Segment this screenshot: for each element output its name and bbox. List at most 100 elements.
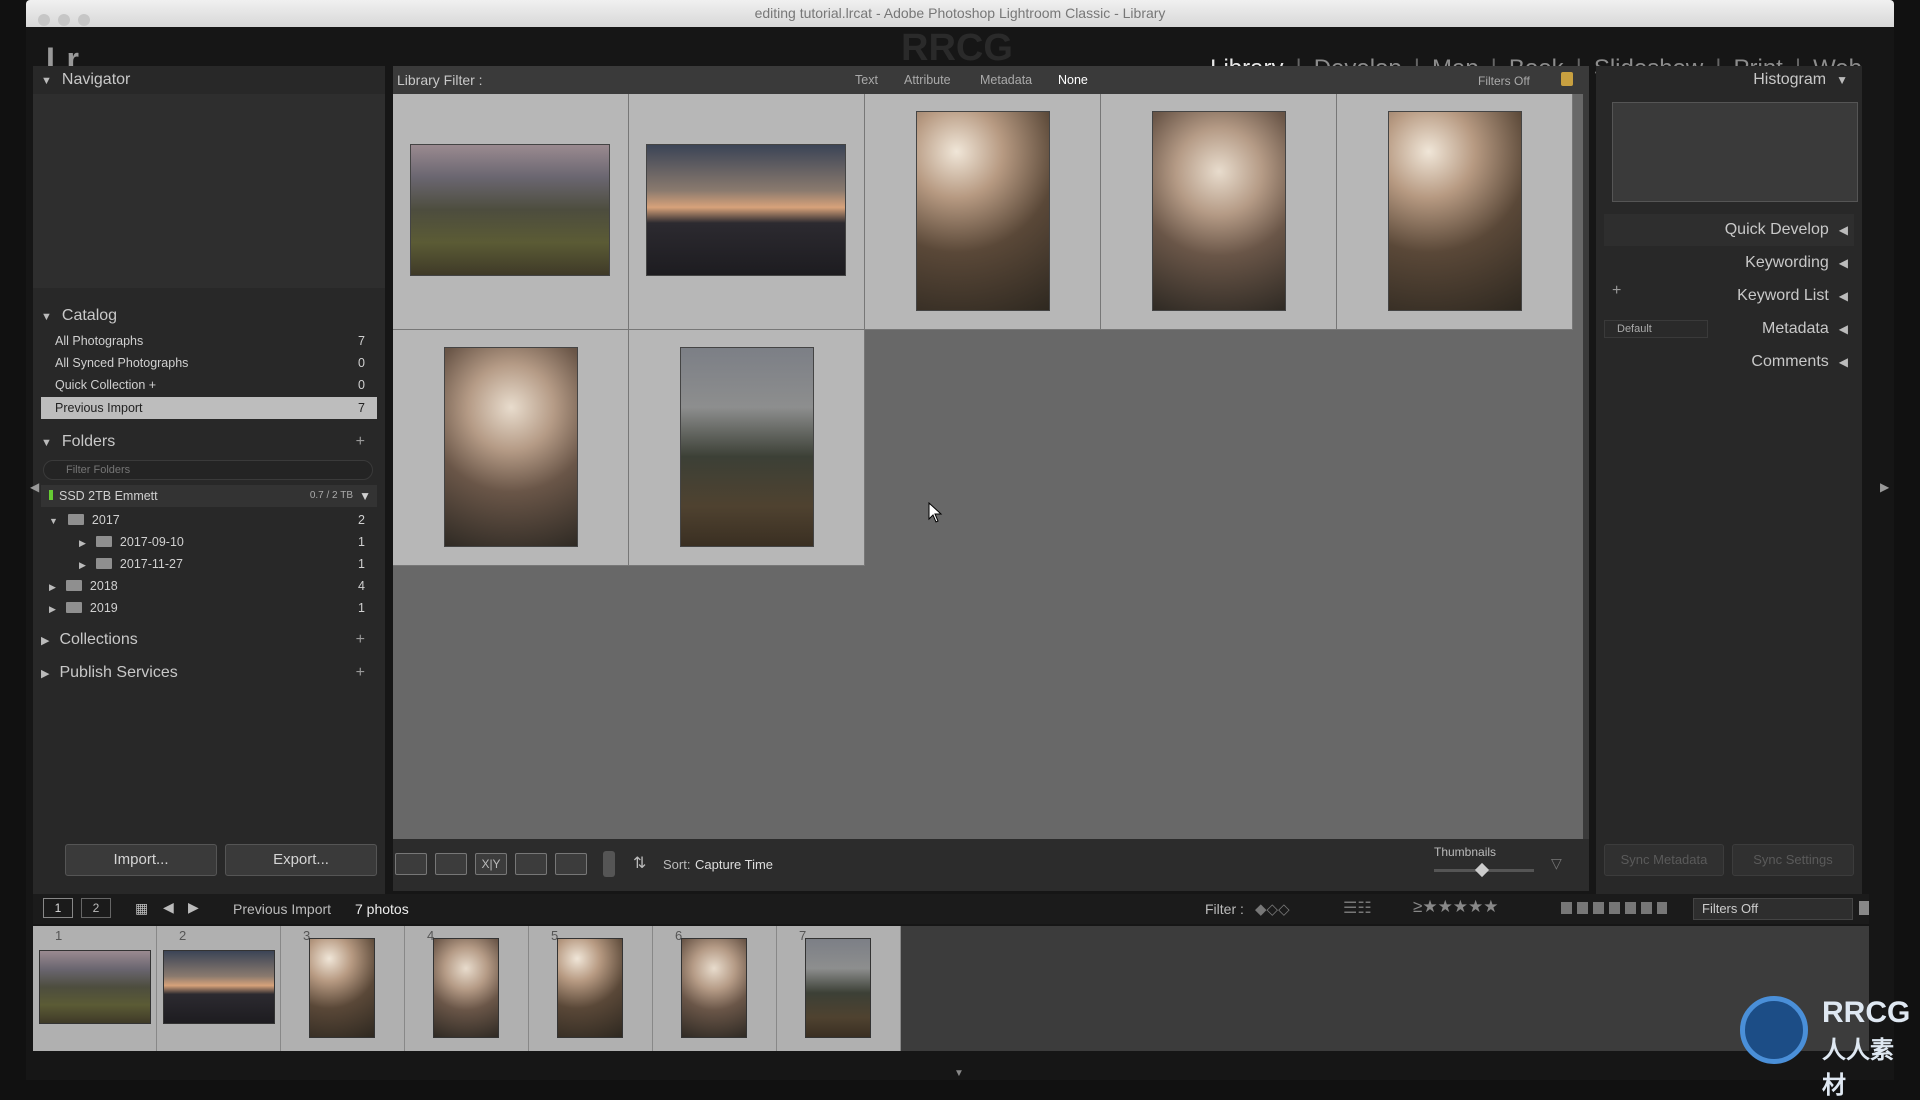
- metadata-header[interactable]: Metadata◀: [1762, 313, 1848, 345]
- catalog-item-all-synced[interactable]: All Synced Photographs0: [41, 352, 377, 374]
- import-button[interactable]: Import...: [65, 844, 217, 876]
- folder-2017[interactable]: ▼20172: [41, 509, 377, 531]
- export-button[interactable]: Export...: [225, 844, 377, 876]
- grid-scrollbar[interactable]: [1583, 94, 1589, 839]
- add-publish-service-icon[interactable]: +: [356, 659, 365, 687]
- expand-triangle-icon[interactable]: ◀: [1839, 289, 1848, 303]
- filter-lock-icon[interactable]: [1859, 901, 1869, 915]
- volume-row[interactable]: SSD 2TB Emmett 0.7 / 2 TB ▼: [41, 485, 377, 507]
- expand-triangle-icon[interactable]: ▼: [49, 510, 58, 532]
- thumbnail-slider-handle[interactable]: [1475, 863, 1489, 877]
- back-arrow-icon[interactable]: ◀: [163, 899, 174, 916]
- zoom-button[interactable]: [78, 14, 90, 26]
- sync-settings-button[interactable]: Sync Settings: [1732, 844, 1854, 876]
- metadata-preset-select[interactable]: Default: [1604, 320, 1708, 338]
- collections-header[interactable]: ▶Collections+: [41, 626, 377, 654]
- grid-view-icon[interactable]: [395, 853, 427, 875]
- volume-menu-icon[interactable]: ▼: [359, 485, 371, 507]
- photo-count[interactable]: 7 photos: [355, 901, 409, 917]
- grid-cell[interactable]: [629, 94, 865, 330]
- folder-2018[interactable]: ▶20184: [41, 575, 377, 597]
- folder-2017-11-27[interactable]: ▶2017-11-271: [41, 553, 377, 575]
- filters-off-preset[interactable]: Filters Off: [1478, 74, 1530, 88]
- catalog-item-previous-import[interactable]: Previous Import7: [41, 397, 377, 419]
- filmstrip-cell[interactable]: 1: [33, 926, 157, 1051]
- grid-cell[interactable]: [1101, 94, 1337, 330]
- people-view-icon[interactable]: [555, 853, 587, 875]
- publish-services-header[interactable]: ▶Publish Services+: [41, 659, 377, 687]
- filmstrip-thumbnail[interactable]: [309, 938, 375, 1038]
- filter-tab-metadata[interactable]: Metadata: [980, 73, 1032, 87]
- folder-2017-09-10[interactable]: ▶2017-09-101: [41, 531, 377, 553]
- minimize-button[interactable]: [58, 14, 70, 26]
- add-folder-icon[interactable]: +: [356, 428, 365, 456]
- grid-cell[interactable]: [629, 330, 865, 566]
- filmstrip-filters-select[interactable]: Filters Off: [1693, 898, 1853, 920]
- lock-icon[interactable]: [1561, 72, 1573, 86]
- add-collection-icon[interactable]: +: [356, 626, 365, 654]
- sort-select[interactable]: Capture Time: [695, 857, 773, 872]
- quick-develop-header[interactable]: Quick Develop◀: [1725, 214, 1848, 246]
- photo-thumbnail[interactable]: [681, 348, 813, 546]
- filmstrip-thumbnail[interactable]: [163, 950, 275, 1024]
- filmstrip-cell[interactable]: 4: [405, 926, 529, 1051]
- filter-tab-none[interactable]: None: [1058, 73, 1088, 87]
- catalog-item-all-photographs[interactable]: All Photographs7: [41, 330, 377, 352]
- expand-triangle-icon[interactable]: ▶: [79, 554, 86, 576]
- folders-header[interactable]: ▼Folders+: [41, 428, 377, 456]
- filmstrip-cell[interactable]: 6: [653, 926, 777, 1051]
- filmstrip-thumbnail[interactable]: [681, 938, 747, 1038]
- histogram-header[interactable]: Histogram▼: [1753, 64, 1848, 96]
- expand-triangle-icon[interactable]: ◀: [1839, 223, 1848, 237]
- grid-cell[interactable]: [393, 330, 629, 566]
- collapse-triangle-icon[interactable]: ▼: [1836, 73, 1848, 87]
- forward-arrow-icon[interactable]: ▶: [188, 899, 199, 916]
- collapse-triangle-icon[interactable]: ▼: [41, 67, 52, 95]
- secondary-display-button[interactable]: 2: [81, 898, 111, 918]
- survey-view-icon[interactable]: [515, 853, 547, 875]
- folder-2019[interactable]: ▶20191: [41, 597, 377, 619]
- collapse-triangle-icon[interactable]: ▶: [41, 627, 49, 655]
- collapse-triangle-icon[interactable]: ▼: [41, 429, 52, 457]
- filter-tab-text[interactable]: Text: [855, 73, 878, 87]
- expand-triangle-icon[interactable]: ▶: [49, 576, 56, 598]
- flag-filter-icon[interactable]: ◆◇◇: [1255, 900, 1290, 918]
- sort-direction-icon[interactable]: ⇅: [633, 853, 646, 873]
- primary-display-button[interactable]: 1: [43, 898, 73, 918]
- filter-tab-attribute[interactable]: Attribute: [904, 73, 951, 87]
- photo-thumbnail[interactable]: [445, 348, 577, 546]
- expand-triangle-icon[interactable]: ◀: [1839, 256, 1848, 270]
- photo-thumbnail[interactable]: [917, 112, 1049, 310]
- grid-cell[interactable]: [865, 94, 1101, 330]
- filter-folders-input[interactable]: [43, 460, 373, 480]
- left-panel-toggle-icon[interactable]: ◀: [30, 480, 39, 494]
- compare-view-icon[interactable]: X|Y: [475, 853, 507, 875]
- grid-icon[interactable]: ▦: [135, 900, 148, 917]
- photo-thumbnail[interactable]: [647, 145, 845, 275]
- filmstrip-thumbnail[interactable]: [433, 938, 499, 1038]
- filmstrip-thumbnail[interactable]: [557, 938, 623, 1038]
- navigator-preview[interactable]: [33, 94, 385, 288]
- photo-thumbnail[interactable]: [1389, 112, 1521, 310]
- filmstrip-thumbnail[interactable]: [805, 938, 871, 1038]
- filmstrip-cell[interactable]: 3: [281, 926, 405, 1051]
- loupe-view-icon[interactable]: [435, 853, 467, 875]
- painter-icon[interactable]: [603, 851, 615, 877]
- collapse-triangle-icon[interactable]: ▼: [41, 303, 52, 331]
- color-label-filter[interactable]: [1561, 902, 1667, 914]
- grid-cell[interactable]: [393, 94, 629, 330]
- collapse-triangle-icon[interactable]: ▶: [41, 660, 49, 688]
- toolbar-menu-icon[interactable]: ▽: [1551, 855, 1562, 872]
- catalog-item-quick-collection[interactable]: Quick Collection +0: [41, 374, 377, 396]
- rating-filter-stars[interactable]: ≥★★★★★: [1413, 897, 1499, 917]
- keywording-header[interactable]: Keywording◀: [1745, 247, 1848, 279]
- right-panel-toggle-icon[interactable]: ▶: [1880, 480, 1889, 494]
- close-button[interactable]: [38, 14, 50, 26]
- photo-thumbnail[interactable]: [411, 145, 609, 275]
- edit-filter-icon[interactable]: ☰☷: [1343, 898, 1372, 918]
- filmstrip-cell[interactable]: 2: [157, 926, 281, 1051]
- filmstrip-source[interactable]: Previous Import: [233, 901, 331, 917]
- photo-thumbnail[interactable]: [1153, 112, 1285, 310]
- filmstrip-cell[interactable]: 7: [777, 926, 901, 1051]
- filmstrip-thumbnail[interactable]: [39, 950, 151, 1024]
